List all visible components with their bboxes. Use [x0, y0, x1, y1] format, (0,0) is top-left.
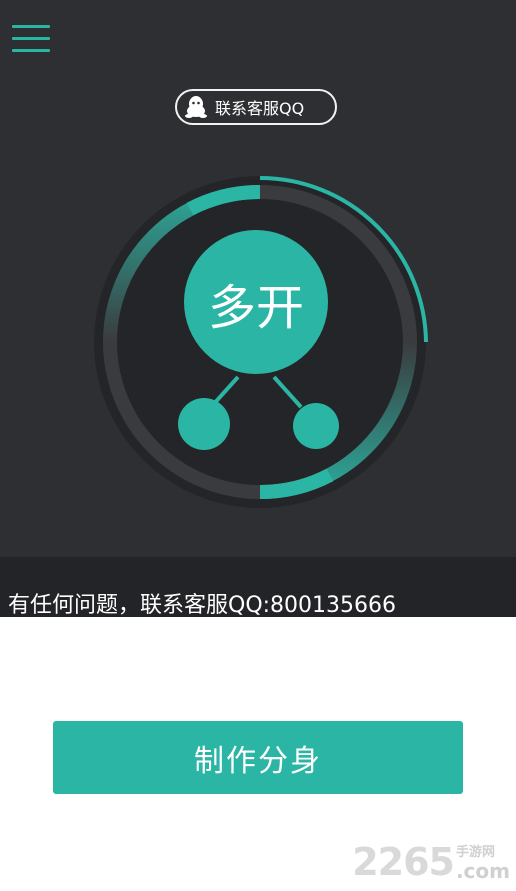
create-clone-button[interactable]: 制作分身: [53, 721, 463, 794]
watermark-text: 手游网 .com: [456, 846, 510, 881]
hamburger-menu-icon[interactable]: [12, 25, 50, 53]
watermark-suffix: .com: [455, 859, 510, 883]
site-watermark: 2265 手游网 .com: [352, 843, 510, 881]
notice-strip: 有任何问题，联系客服QQ:800135666: [0, 557, 516, 617]
contact-qq-label: 联系客服QQ: [215, 99, 305, 118]
qq-penguin-icon: [185, 96, 207, 118]
watermark-number: 2265: [352, 840, 455, 884]
dial-center-label: 多开: [207, 280, 304, 336]
dial-child-circle-right: [293, 403, 339, 449]
top-panel: 联系客服QQ 多开: [0, 0, 516, 557]
contact-qq-button[interactable]: 联系客服QQ: [175, 89, 337, 125]
notice-marquee-text: 有任何问题，联系客服QQ:800135666: [8, 593, 397, 617]
dial-child-circle-left: [178, 398, 230, 450]
watermark-cn: 手游网: [455, 845, 495, 860]
multi-open-dial[interactable]: 多开: [86, 172, 434, 520]
